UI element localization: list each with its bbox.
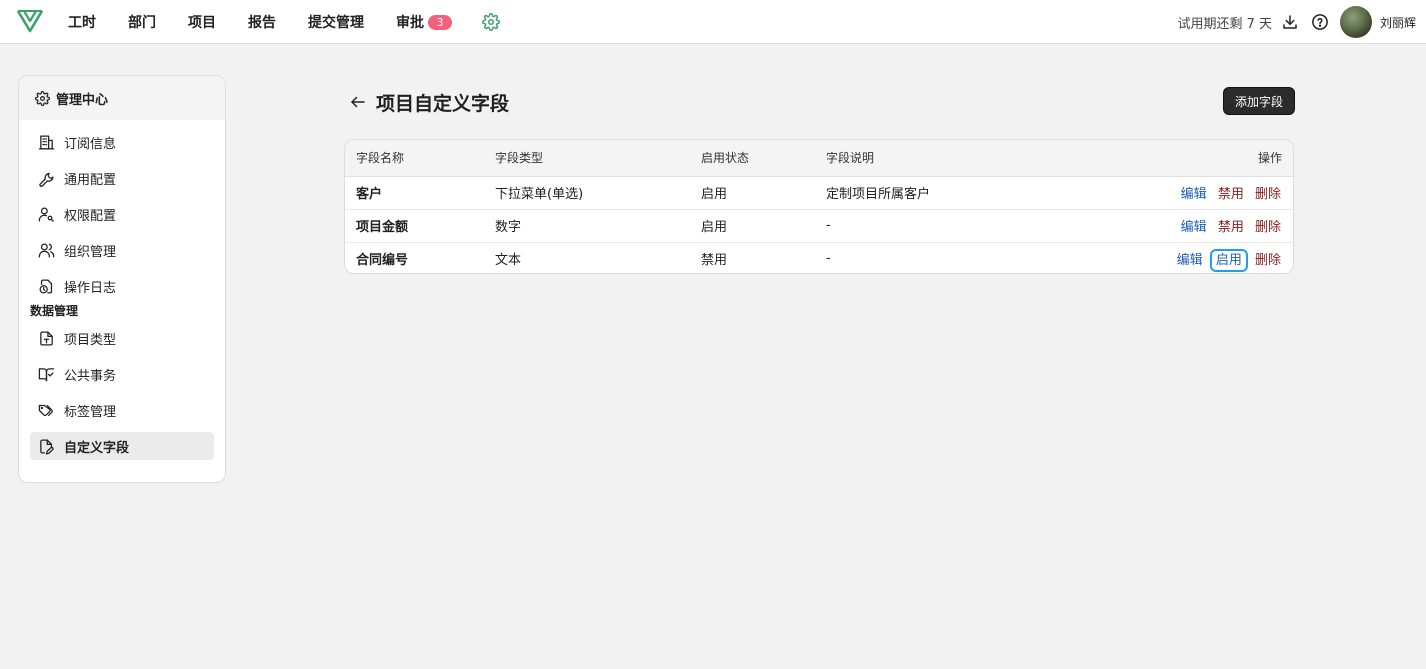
sidebar-list: 订阅信息 通用配置 权限配置 组织管理 操作日志 数据管理 项目类型 公共事务 [19, 120, 225, 460]
nav-item-report[interactable]: 报告 [248, 12, 276, 32]
nav-label: 部门 [128, 15, 156, 31]
sidebar-item-label: 自定义字段 [64, 440, 130, 456]
sidebar-header: 管理中心 [19, 76, 225, 120]
field-description-cell: - [826, 251, 831, 267]
user-key-icon [38, 206, 54, 222]
nav-label: 提交管理 [308, 15, 364, 31]
custom-fields-table: 字段名称 字段类型 启用状态 字段说明 操作 客户 下拉菜单(单选) 启用 定制… [344, 139, 1294, 274]
wrench-icon [39, 172, 54, 187]
field-description-cell: - [826, 209, 1093, 243]
sidebar-item-project-type[interactable]: 项目类型 [30, 324, 214, 352]
field-type-cell: 下拉菜单(单选) [495, 176, 701, 210]
field-status-cell: 启用 [701, 176, 826, 210]
disable-link[interactable]: 禁用 [1217, 187, 1245, 202]
column-header-description: 字段说明 [826, 140, 1093, 177]
top-right-area: 试用期还剩 7 天 刘丽辉 [1177, 0, 1426, 44]
sidebar-item-subscription[interactable]: 订阅信息 [30, 128, 214, 156]
sidebar-item-tag-management[interactable]: 标签管理 [30, 396, 214, 424]
sidebar-item-label: 订阅信息 [64, 136, 117, 152]
file-edit-icon [40, 438, 54, 455]
table-row: 合同编号 文本 禁用 - 编辑 启用 删除 [345, 242, 1293, 273]
sidebar-item-label: 标签管理 [64, 404, 117, 420]
column-header-name: 字段名称 [345, 140, 495, 177]
settings-gear-icon[interactable] [482, 13, 500, 31]
building-icon [38, 134, 55, 150]
admin-sidebar: 管理中心 订阅信息 通用配置 权限配置 组织管理 操作日志 数据管理 项目类型 [18, 75, 226, 483]
nav-item-approval[interactable]: 审批 3 [396, 12, 452, 32]
edit-link[interactable]: 编辑 [1176, 253, 1204, 268]
column-header-type: 字段类型 [495, 140, 701, 177]
sidebar-item-permission-config[interactable]: 权限配置 [30, 200, 214, 228]
users-icon [38, 242, 55, 258]
sidebar-item-public-affairs[interactable]: 公共事务 [30, 360, 214, 388]
download-icon[interactable] [1280, 12, 1300, 32]
sidebar-item-label: 通用配置 [64, 172, 117, 188]
edit-link[interactable]: 编辑 [1180, 220, 1208, 235]
sidebar-item-organization[interactable]: 组织管理 [30, 236, 214, 264]
app-logo-icon[interactable] [16, 8, 44, 34]
add-field-button[interactable]: 添加字段 [1222, 87, 1295, 115]
tags-icon [38, 404, 53, 416]
sidebar-header-label: 管理中心 [56, 92, 109, 108]
nav-label: 工时 [68, 15, 96, 31]
sidebar-item-label: 公共事务 [64, 368, 117, 384]
actions-cell: 编辑 启用 删除 [1093, 242, 1293, 273]
user-avatar[interactable] [1339, 6, 1372, 38]
page-title: 项目自定义字段 [376, 93, 510, 115]
field-status-cell: 禁用 [701, 253, 728, 269]
approval-count-badge: 3 [428, 14, 452, 30]
field-type-cell: 数字 [495, 209, 701, 243]
table-header-row: 字段名称 字段类型 启用状态 字段说明 操作 [345, 140, 1293, 177]
edit-link[interactable]: 编辑 [1180, 187, 1208, 202]
table-row: 客户 下拉菜单(单选) 启用 定制项目所属客户 编辑 禁用 删除 [345, 176, 1293, 210]
nav-item-department[interactable]: 部门 [128, 12, 156, 32]
nav-label: 报告 [248, 15, 276, 31]
field-name-cell: 合同编号 [356, 253, 409, 269]
table-row: 项目金额 数字 启用 - 编辑 禁用 删除 [345, 209, 1293, 243]
user-name[interactable]: 刘丽辉 [1380, 14, 1416, 31]
sidebar-section-data-management: 数据管理 [30, 304, 79, 318]
delete-link[interactable]: 删除 [1254, 220, 1282, 235]
disable-link[interactable]: 禁用 [1217, 220, 1245, 235]
nav-label: 项目 [188, 15, 216, 31]
nav-item-timesheet[interactable]: 工时 [68, 12, 96, 32]
history-icon [39, 278, 53, 294]
page-title-row: 项目自定义字段 添加字段 [345, 86, 1295, 118]
field-name-cell: 客户 [345, 176, 495, 210]
nav-label: 审批 [396, 15, 424, 31]
sidebar-item-label: 操作日志 [64, 280, 117, 296]
top-navbar: 工时 部门 项目 报告 提交管理 审批 3 试用期还剩 7 天 刘丽辉 [0, 0, 1426, 44]
trial-remaining-text: 试用期还剩 7 天 [1177, 16, 1272, 32]
book-check-icon [38, 367, 55, 382]
sidebar-item-label: 权限配置 [64, 208, 117, 224]
actions-cell: 编辑 禁用 删除 [1093, 176, 1293, 210]
delete-link[interactable]: 删除 [1254, 253, 1282, 268]
sidebar-item-custom-fields[interactable]: 自定义字段 [30, 432, 214, 460]
enable-link[interactable]: 启用 [1209, 249, 1248, 273]
sidebar-item-label: 组织管理 [64, 244, 117, 260]
file-type-icon [40, 330, 53, 346]
field-name-cell: 项目金额 [345, 209, 495, 243]
sidebar-item-operation-log[interactable]: 操作日志 [30, 272, 214, 300]
sidebar-item-label: 项目类型 [64, 332, 117, 348]
sidebar-item-general-config[interactable]: 通用配置 [30, 164, 214, 192]
column-header-status: 启用状态 [701, 140, 826, 177]
field-description-cell: 定制项目所属客户 [826, 176, 1093, 210]
nav-item-project[interactable]: 项目 [188, 12, 216, 32]
main-nav: 工时 部门 项目 报告 提交管理 审批 3 [68, 0, 500, 44]
help-icon[interactable] [1310, 12, 1330, 32]
back-arrow-icon[interactable] [349, 93, 367, 111]
delete-link[interactable]: 删除 [1254, 187, 1282, 202]
actions-cell: 编辑 禁用 删除 [1093, 209, 1293, 243]
gear-icon [35, 90, 50, 106]
column-header-actions: 操作 [1093, 140, 1293, 177]
field-type-cell: 文本 [495, 253, 522, 269]
nav-item-submission[interactable]: 提交管理 [308, 12, 364, 32]
field-status-cell: 启用 [701, 209, 826, 243]
